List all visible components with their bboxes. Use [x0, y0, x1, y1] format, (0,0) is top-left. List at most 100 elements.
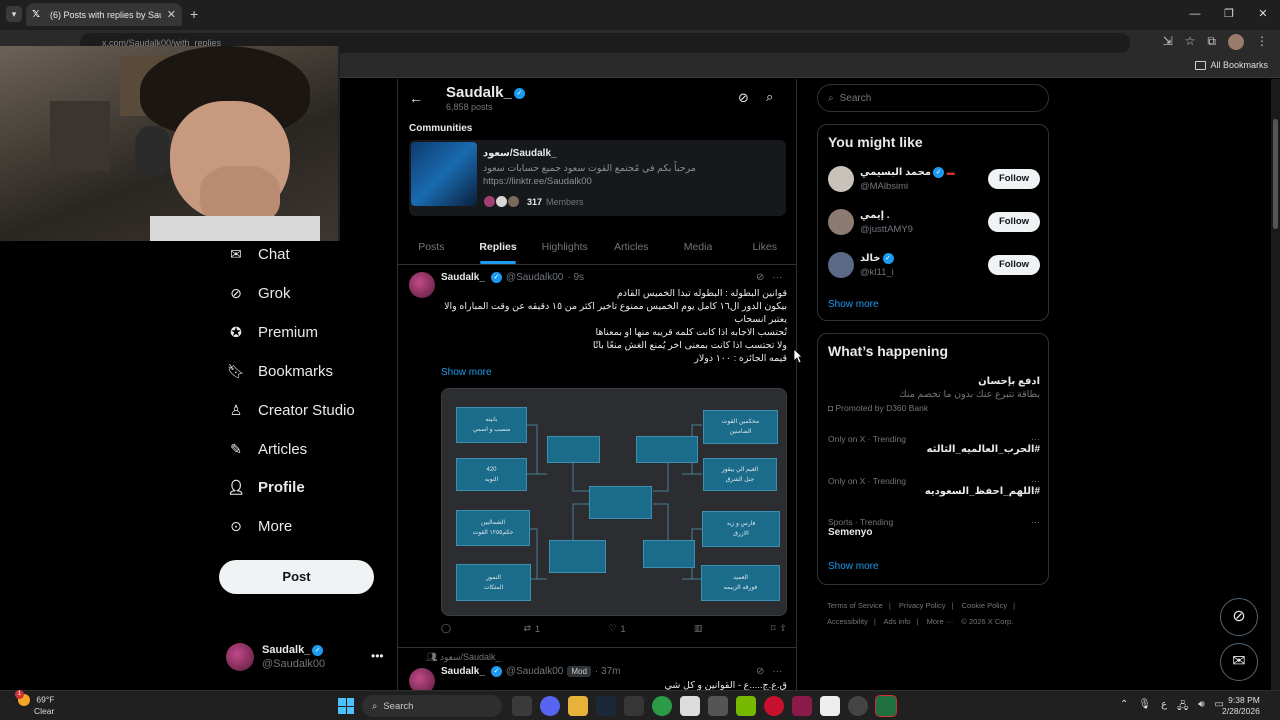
- grok-icon[interactable]: ⊘: [756, 666, 764, 677]
- tweet-author-name[interactable]: Saudalk_: [441, 272, 485, 283]
- more-options-icon[interactable]: ···: [772, 666, 782, 677]
- tab-posts[interactable]: Posts: [398, 231, 465, 264]
- suggestion-row[interactable]: إيمي . @justtAMY9 Follow: [828, 209, 1040, 239]
- grok-icon[interactable]: ⊘: [738, 90, 749, 106]
- app-icon[interactable]: [792, 696, 812, 716]
- more-options-icon[interactable]: ···: [772, 272, 782, 283]
- follow-button[interactable]: Follow: [988, 169, 1040, 189]
- trend-more-icon[interactable]: ···: [1031, 517, 1040, 527]
- trend-item[interactable]: Only on X · Trending ··· #الحرب_العالميه…: [828, 434, 1040, 455]
- volume-icon[interactable]: 🔊︎: [1198, 699, 1204, 716]
- extensions-icon[interactable]: ⧉: [1207, 34, 1216, 50]
- post-button[interactable]: Post: [219, 560, 374, 594]
- start-button[interactable]: [338, 698, 354, 714]
- tray-chevron-icon[interactable]: ⌃: [1120, 699, 1128, 716]
- browser-profile-avatar[interactable]: [1228, 34, 1244, 50]
- close-window-button[interactable]: ✕: [1246, 0, 1280, 30]
- reply-button[interactable]: ◯: [441, 623, 455, 634]
- maximize-button[interactable]: ❐: [1212, 0, 1246, 30]
- tweet-time[interactable]: · 37m: [595, 666, 621, 677]
- notepad-icon[interactable]: [680, 696, 700, 716]
- nav-item-articles[interactable]: ✎ Articles: [228, 441, 307, 458]
- tab-media[interactable]: Media: [665, 231, 732, 264]
- account-more-icon[interactable]: •••: [371, 649, 384, 663]
- nav-item-bookmarks[interactable]: 🔖︎ Bookmarks: [227, 363, 333, 380]
- follow-button[interactable]: Follow: [988, 255, 1040, 275]
- tweet-avatar[interactable]: [409, 668, 435, 690]
- footer-link[interactable]: Terms of Service: [827, 601, 883, 610]
- all-bookmarks-button[interactable]: All Bookmarks: [1195, 60, 1268, 70]
- grok-float-button[interactable]: ⊘: [1220, 598, 1258, 636]
- search-input[interactable]: ⌕ Search: [817, 84, 1049, 112]
- active-app-icon[interactable]: [875, 695, 897, 717]
- follow-button[interactable]: Follow: [988, 212, 1040, 232]
- file-explorer-icon[interactable]: [568, 696, 588, 716]
- show-more-link[interactable]: Show more: [828, 561, 879, 572]
- trend-more-icon[interactable]: ···: [1031, 476, 1040, 486]
- trend-more-icon[interactable]: ···: [1031, 434, 1040, 444]
- nav-item-creator-studio[interactable]: ♙ Creator Studio: [228, 402, 355, 419]
- tweet[interactable]: 👥︎ سعود/Saudalk_ Saudalk_ ✓ @Saudalk00 M…: [398, 647, 796, 690]
- language-icon[interactable]: ع: [1161, 699, 1167, 716]
- new-tab-button[interactable]: +: [190, 6, 198, 22]
- back-arrow-icon[interactable]: ←: [409, 90, 423, 106]
- views-button[interactable]: ▥: [694, 623, 703, 634]
- show-more-link[interactable]: Show more: [828, 299, 879, 310]
- nav-item-premium[interactable]: ✪ Premium: [228, 324, 318, 341]
- nav-item-profile[interactable]: 👤︎ Profile: [227, 479, 305, 496]
- microphone-icon[interactable]: 🎙︎: [1138, 699, 1151, 716]
- browser-tab[interactable]: 𝕏 (6) Posts with replies by Saudalk_ ✕: [26, 3, 182, 26]
- tweet-avatar[interactable]: [409, 272, 435, 298]
- minimize-button[interactable]: —: [1178, 0, 1212, 30]
- network-icon[interactable]: 🖧︎: [1177, 699, 1188, 716]
- trend-item[interactable]: Sports · Trending ··· Semenyo: [828, 517, 1040, 538]
- steam-icon[interactable]: [596, 696, 616, 716]
- tweet-time[interactable]: · 9s: [567, 272, 584, 283]
- tab-articles[interactable]: Articles: [598, 231, 665, 264]
- footer-link[interactable]: Accessibility: [827, 617, 868, 626]
- trend-item[interactable]: Only on X · Trending ··· #اللهم_احفظ_الس…: [828, 476, 1040, 497]
- bookmark-star-icon[interactable]: ☆: [1185, 34, 1196, 50]
- discord-icon[interactable]: [540, 696, 560, 716]
- tab-close-icon[interactable]: ✕: [167, 8, 176, 21]
- tab-likes[interactable]: Likes: [731, 231, 796, 264]
- app-icon[interactable]: [708, 696, 728, 716]
- grok-icon[interactable]: ⊘: [756, 272, 764, 283]
- task-view-icon[interactable]: [512, 696, 532, 716]
- taskbar-search[interactable]: ⌕ Search: [362, 695, 502, 717]
- suggestion-row[interactable]: محمد البسيمي ✓ ▬ @MAlbsimi Follow: [828, 166, 1040, 196]
- community-link[interactable]: https://linktr.ee/Saudalk00: [483, 175, 778, 188]
- tweet-author-name[interactable]: Saudalk_: [441, 666, 485, 677]
- suggestion-row[interactable]: خالد ✓ @kl11_i Follow: [828, 252, 1040, 282]
- chrome-icon[interactable]: [652, 696, 672, 716]
- tab-highlights[interactable]: Highlights: [531, 231, 598, 264]
- weather-widget[interactable]: 1 69°F Clear: [15, 690, 54, 717]
- messages-float-button[interactable]: ✉: [1220, 643, 1258, 681]
- like-button[interactable]: ♡ 1: [608, 623, 625, 634]
- tournament-bracket-image[interactable]: بانيته منصب و اسمي 420 التوبه الشماليين حكم…: [441, 388, 787, 616]
- tab-replies[interactable]: Replies: [465, 231, 532, 264]
- nav-item-grok[interactable]: ⊘ Grok: [228, 285, 290, 302]
- footer-link[interactable]: Privacy Policy: [899, 601, 946, 610]
- nav-item-more[interactable]: ⊙ More: [228, 518, 292, 535]
- bookmark-icon[interactable]: ⌑: [771, 623, 776, 634]
- share-icon[interactable]: ⇪: [779, 623, 787, 634]
- install-app-icon[interactable]: ⇲: [1163, 34, 1173, 50]
- page-scrollbar[interactable]: [1271, 79, 1280, 690]
- footer-link[interactable]: More ···: [927, 617, 954, 626]
- show-more-link[interactable]: Show more: [441, 367, 492, 378]
- repost-button[interactable]: ⇄ 1: [523, 623, 540, 634]
- browser-menu-icon[interactable]: ⋮: [1256, 34, 1268, 50]
- tweet-community-name[interactable]: سعود/Saudalk_: [440, 652, 501, 662]
- scrollbar-thumb[interactable]: [1273, 119, 1278, 229]
- promoted-trend[interactable]: ادفع بإحسان بطاقة تتبرع عنك بدون ما تخصم…: [828, 376, 1040, 413]
- media-player-icon[interactable]: [764, 696, 784, 716]
- app-icon[interactable]: [848, 696, 868, 716]
- footer-link[interactable]: Ads info: [883, 617, 910, 626]
- app-icon[interactable]: [820, 696, 840, 716]
- taskbar-clock[interactable]: 9:38 PM 2/28/2026: [1222, 695, 1260, 717]
- nvidia-icon[interactable]: [736, 696, 756, 716]
- community-card[interactable]: سعود/Saudalk_ مرحباً بكم في مُجتمع القوت…: [409, 140, 786, 216]
- search-icon[interactable]: ⌕: [766, 89, 773, 105]
- footer-link[interactable]: Cookie Policy: [962, 601, 1007, 610]
